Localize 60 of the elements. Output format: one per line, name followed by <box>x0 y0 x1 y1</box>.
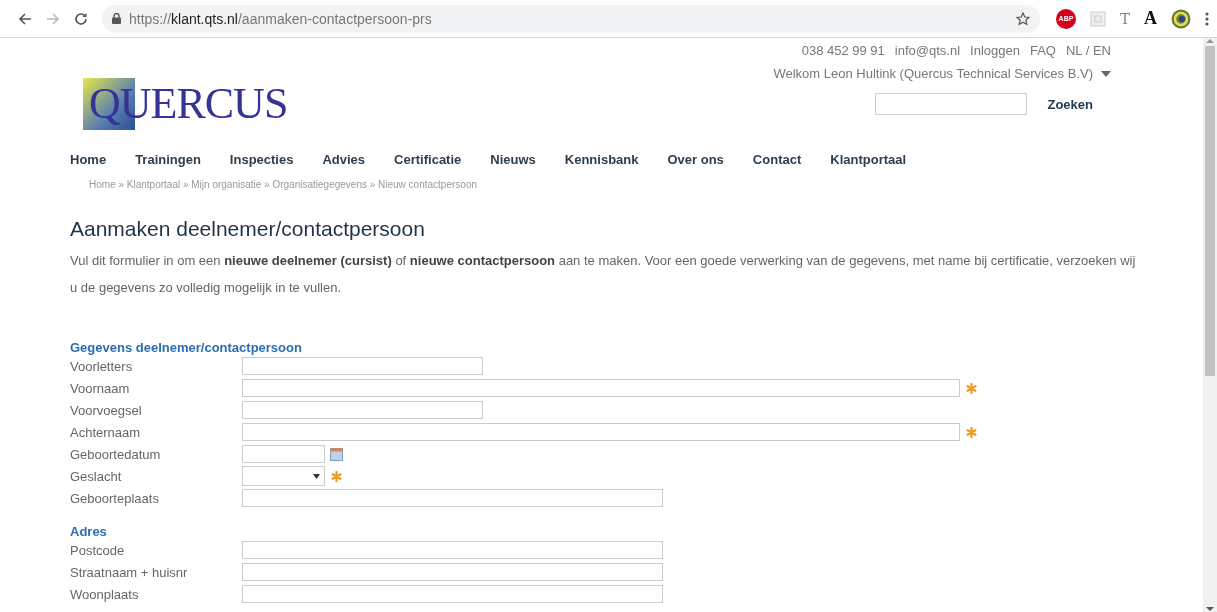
nav-link[interactable]: Contact <box>752 152 802 167</box>
field-label: Geslacht <box>70 468 123 484</box>
text-input-field[interactable] <box>242 563 663 581</box>
header-link[interactable]: Inloggen <box>970 42 1020 58</box>
square-icon[interactable] <box>1090 10 1106 27</box>
text-input-field[interactable] <box>242 401 483 419</box>
field-label: Voorvoegsel <box>70 402 143 418</box>
text-input-field[interactable] <box>242 541 663 559</box>
field-label: Geboortedatum <box>70 446 162 462</box>
nav-link[interactable]: Nieuws <box>490 152 536 167</box>
nav-link[interactable]: Over ons <box>667 152 724 167</box>
field-label: Voorletters <box>70 358 134 374</box>
page-title: Aanmaken deelnemer/contactpersoon <box>70 217 426 241</box>
scrollbar[interactable] <box>1203 38 1217 612</box>
nav-link[interactable]: Kennisbank <box>564 152 639 167</box>
menu-icon[interactable] <box>1205 11 1209 26</box>
select-field[interactable] <box>242 466 325 486</box>
text-input-field[interactable] <box>242 379 960 397</box>
text-input-field[interactable] <box>242 585 663 603</box>
search-button[interactable]: Zoeken <box>1047 96 1093 112</box>
caret-icon <box>313 473 320 479</box>
field-label: Achternaam <box>70 424 142 440</box>
nav-link[interactable]: Advies <box>322 152 366 167</box>
field-label: Postcode <box>70 542 126 558</box>
text-extension-icon[interactable]: T <box>1120 9 1130 28</box>
date-input-field[interactable] <box>242 445 325 463</box>
nav-link[interactable]: Trainingen <box>135 152 201 167</box>
text-input-field[interactable] <box>242 489 663 507</box>
scroll-up-icon[interactable] <box>1206 38 1214 44</box>
nav-link[interactable]: Certificatie <box>394 152 462 167</box>
lock-icon <box>112 13 121 24</box>
font-extension-icon[interactable]: A <box>1144 8 1157 29</box>
back-arrow-icon[interactable] <box>18 11 32 26</box>
header-link[interactable]: NL / EN <box>1065 42 1111 58</box>
address-bar[interactable]: https://klant.qts.nl/aanmaken-contactpersoon-prs <box>102 4 1040 33</box>
welcome-text: Welkom Leon Hultink (Quercus Technical Services B.V) <box>773 66 1093 81</box>
scroll-down-icon[interactable] <box>1206 606 1214 612</box>
nav-link[interactable]: Inspecties <box>229 152 294 167</box>
breadcrumb: Home » Klantportaal » Mijn organisatie » Organisatiegegevens » Nieuw contactpersoon <box>89 179 478 190</box>
caret-icon[interactable] <box>1101 70 1111 77</box>
reload-icon[interactable] <box>74 11 88 26</box>
field-label: Woonplaats <box>70 586 140 602</box>
intro-paragraph: Vul dit formulier in om een nieuwe deelnemer (cursist) of nieuwe contactpersoon aan te maken. Voor een goede verwerking van de gegevens, met name bij certificatie, verzoeken wij u de gegevens zo volledig mogelijk in te vullen. <box>70 252 1137 297</box>
text-input-field[interactable] <box>242 423 960 441</box>
header-link[interactable]: 038 452 99 91 <box>801 42 885 58</box>
forward-arrow-icon[interactable] <box>46 11 60 26</box>
section-heading: Gegevens deelnemer/contactpersoon <box>70 339 303 355</box>
header-link[interactable]: info@qts.nl <box>894 42 961 58</box>
calendar-icon[interactable] <box>330 447 343 461</box>
profile-icon[interactable] <box>1171 8 1191 29</box>
star-icon[interactable] <box>1016 11 1030 26</box>
nav-link[interactable]: Klantportaal <box>830 152 907 167</box>
field-label: Straatnaam + huisnr <box>70 564 189 580</box>
field-label: Voornaam <box>70 380 131 396</box>
header-link[interactable]: FAQ <box>1029 42 1056 58</box>
text-input-field[interactable] <box>242 357 483 375</box>
field-label: Geboorteplaats <box>70 490 160 506</box>
nav-link[interactable]: Home <box>70 152 107 167</box>
section-heading: Adres <box>70 523 108 539</box>
search-field[interactable] <box>875 93 1028 115</box>
